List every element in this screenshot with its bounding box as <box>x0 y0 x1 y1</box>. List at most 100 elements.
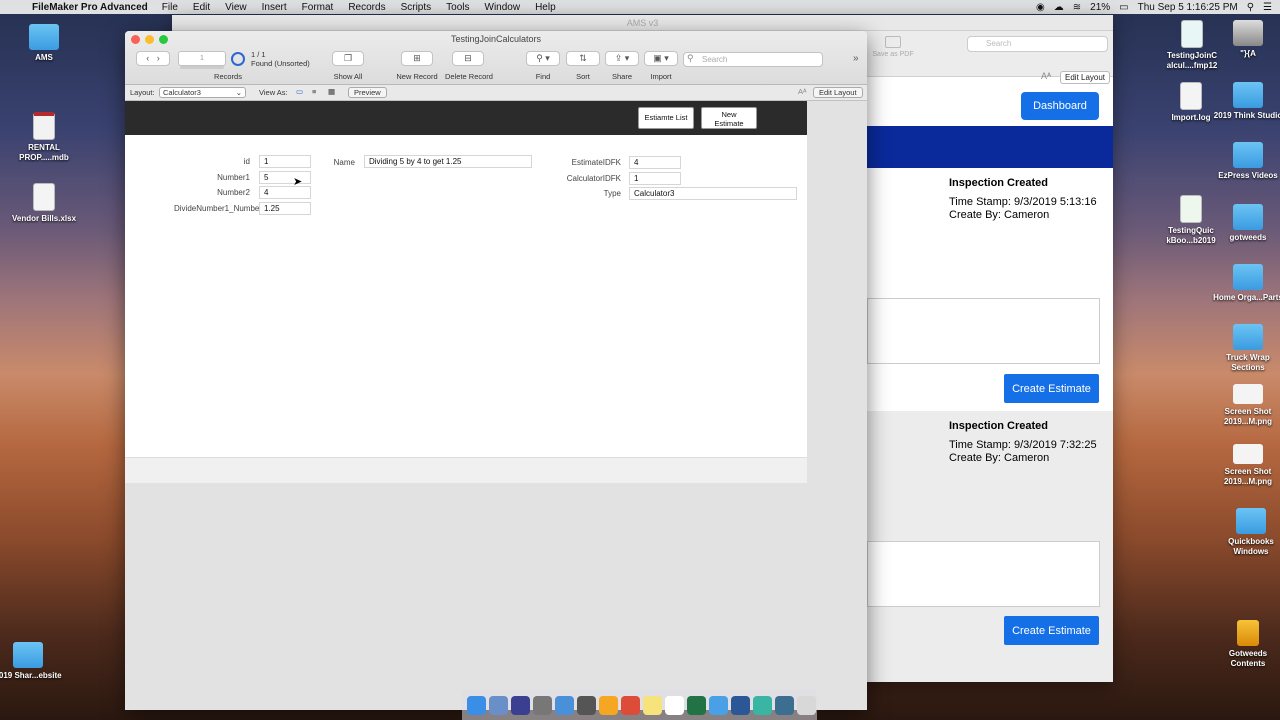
desktop-icon-screenshot-1[interactable]: Screen Shot 2019...M.png <box>1212 384 1280 427</box>
new-record-button[interactable]: ⊞ <box>401 51 433 66</box>
record-nav-buttons[interactable]: ‹ › <box>136 51 170 66</box>
chrome-icon[interactable] <box>621 695 640 715</box>
filemaker-icon[interactable] <box>599 695 618 715</box>
desktop-icon-drive[interactable]: "}{A <box>1212 20 1280 59</box>
desktop-icon-label: RENTAL PROP.....mdb <box>19 143 69 162</box>
list-view-icon[interactable]: ≡ <box>312 87 316 96</box>
desktop-icon-rental[interactable]: RENTAL PROP.....mdb <box>8 112 80 163</box>
import-button[interactable]: ▣ ▾ <box>644 51 678 66</box>
form-view-icon[interactable]: ▭ <box>296 87 303 96</box>
menu-insert[interactable]: Insert <box>262 2 287 13</box>
finder-icon[interactable] <box>467 695 486 715</box>
table-view-icon[interactable]: ▦ <box>328 87 335 96</box>
field-divide-result[interactable]: 1.25 <box>259 202 311 215</box>
record-number-input[interactable]: 1 <box>178 51 226 66</box>
menu-format[interactable]: Format <box>302 2 334 13</box>
desktop-icon-ezpress[interactable]: EzPress Videos <box>1212 142 1280 181</box>
desktop-icon-label: Screen Shot 2019...M.png <box>1223 407 1272 426</box>
3d-app-icon[interactable] <box>555 695 574 715</box>
estimate-list-button[interactable]: Estiamte List <box>638 107 694 129</box>
wifi-icon[interactable]: ≋ <box>1073 2 1081 13</box>
folder-icon <box>13 642 43 668</box>
excel-icon[interactable] <box>687 695 706 715</box>
desktop-icon-home-org[interactable]: Home Orga...Parts <box>1212 264 1280 303</box>
ams-edit-layout-button[interactable]: Edit Layout <box>1060 71 1111 84</box>
menu-list-icon[interactable]: ☰ <box>1263 2 1272 13</box>
field-estimateidfk[interactable]: 4 <box>629 156 681 169</box>
messages-icon[interactable] <box>709 695 728 715</box>
layout-select[interactable]: Calculator3 ⌄ <box>159 87 246 98</box>
desktop-icon-2019-website[interactable]: 2019 Shar...ebsite <box>0 642 64 681</box>
battery-icon[interactable]: ▭ <box>1119 2 1128 13</box>
notes-box[interactable] <box>867 298 1100 364</box>
cloud-icon[interactable]: ☁ <box>1054 2 1064 13</box>
preview-app-icon[interactable] <box>489 695 508 715</box>
field-label-type: Type <box>603 189 621 198</box>
overflow-chevron-icon[interactable]: » <box>853 53 859 64</box>
notes-icon[interactable] <box>643 695 662 715</box>
notes-box[interactable] <box>867 541 1100 607</box>
field-calculatoridfk[interactable]: 1 <box>629 172 681 185</box>
desktop-icon-label: gotweeds <box>1229 233 1267 242</box>
desktop-icon-truck-wrap[interactable]: Truck Wrap Sections <box>1212 324 1280 373</box>
folder-icon <box>1233 204 1263 230</box>
chevron-right-icon[interactable]: › <box>157 53 160 63</box>
preview-button[interactable]: Preview <box>348 87 387 98</box>
record-slider[interactable] <box>180 66 224 69</box>
quicktime-icon[interactable] <box>775 695 794 715</box>
chevron-left-icon[interactable]: ‹ <box>146 53 149 63</box>
field-number2[interactable]: 4 <box>259 186 311 199</box>
trash-icon[interactable] <box>797 695 816 715</box>
desktop-icon-think-studio[interactable]: 2019 Think Studio <box>1212 82 1280 121</box>
spotlight-icon[interactable]: ⚲ <box>1247 2 1254 13</box>
menu-records[interactable]: Records <box>348 2 385 13</box>
ams-search-input[interactable]: Search <box>967 36 1108 52</box>
field-name[interactable]: Dividing 5 by 4 to get 1.25 <box>364 155 532 168</box>
menu-view[interactable]: View <box>225 2 247 13</box>
battery-percent[interactable]: 21% <box>1090 2 1110 13</box>
desktop-icon-ams[interactable]: AMS <box>8 24 80 63</box>
text-size-icon[interactable]: Aᴬ <box>1041 71 1051 81</box>
siri-icon[interactable] <box>511 695 530 715</box>
field-label-number2: Number2 <box>217 188 250 197</box>
menu-file[interactable]: File <box>162 2 178 13</box>
edit-layout-button[interactable]: Edit Layout <box>813 87 863 98</box>
delete-record-button[interactable]: ⊟ <box>452 51 484 66</box>
desktop-icon-qb-windows[interactable]: Quickbooks Windows <box>1215 508 1280 557</box>
find-button[interactable]: ⚲ ▾ <box>526 51 560 66</box>
vector-app-icon[interactable] <box>753 695 772 715</box>
launchpad-icon[interactable] <box>533 695 552 715</box>
menu-help[interactable]: Help <box>535 2 556 13</box>
menu-edit[interactable]: Edit <box>193 2 210 13</box>
field-number1[interactable]: 5 <box>259 171 311 184</box>
new-estimate-button[interactable]: New Estimate <box>701 107 757 129</box>
dashboard-button[interactable]: Dashboard <box>1021 92 1099 120</box>
desktop-icon-gotweeds[interactable]: gotweeds <box>1212 204 1280 243</box>
word-icon[interactable] <box>731 695 750 715</box>
create-estimate-button[interactable]: Create Estimate <box>1004 374 1099 403</box>
menu-tools[interactable]: Tools <box>446 2 469 13</box>
desktop-icon-vendor-bills[interactable]: Vendor Bills.xlsx <box>8 183 80 224</box>
fm-search-input[interactable]: Search <box>683 52 823 67</box>
clock[interactable]: Thu Sep 5 1:16:25 PM <box>1138 2 1238 13</box>
show-all-button[interactable]: ❐ <box>332 51 364 66</box>
text-size-icon[interactable]: Aᴬ <box>798 87 806 96</box>
record-count: 1 / 1 <box>251 50 266 59</box>
ams-window-title: AMS v3 <box>626 18 659 28</box>
create-estimate-button[interactable]: Create Estimate <box>1004 616 1099 645</box>
inspection-created-by: Create By: Cameron <box>949 452 1050 464</box>
field-id[interactable]: 1 <box>259 155 311 168</box>
share-button[interactable]: ⇪ ▾ <box>605 51 639 66</box>
header-bar <box>867 126 1113 168</box>
record-icon[interactable]: ◉ <box>1036 2 1045 13</box>
field-type[interactable]: Calculator3 <box>629 187 797 200</box>
menu-app-name[interactable]: FileMaker Pro Advanced <box>32 2 148 13</box>
desktop-icon-gotweeds-contents[interactable]: Gotweeds Contents <box>1212 620 1280 669</box>
sort-button[interactable]: ⇅ <box>566 51 600 66</box>
save-as-pdf-button[interactable]: Save as PDF <box>870 36 916 58</box>
system-preferences-icon[interactable] <box>577 695 596 715</box>
menu-scripts[interactable]: Scripts <box>401 2 432 13</box>
menu-window[interactable]: Window <box>485 2 521 13</box>
desktop-icon-screenshot-2[interactable]: Screen Shot 2019...M.png <box>1212 444 1280 487</box>
itunes-icon[interactable] <box>665 695 684 715</box>
